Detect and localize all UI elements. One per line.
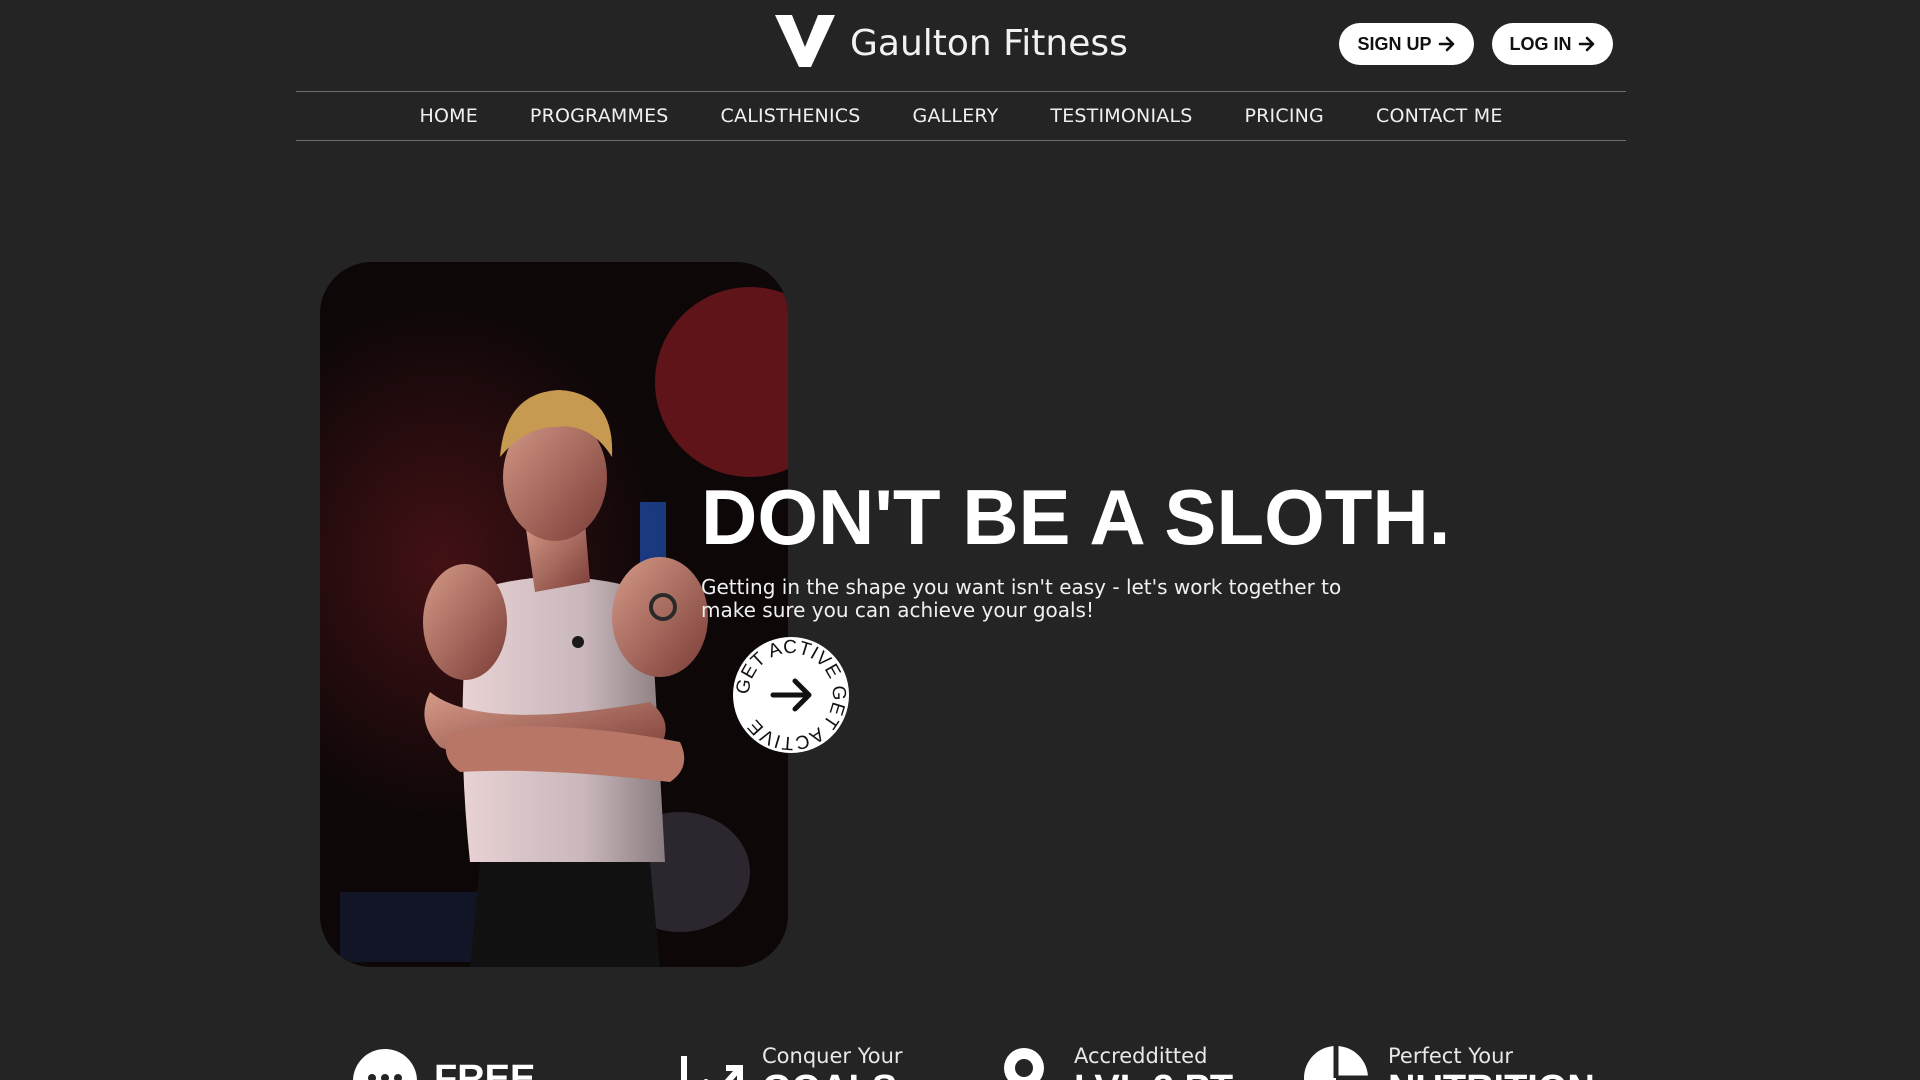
log-in-label: LOG IN	[1509, 33, 1572, 54]
arrow-right-icon	[1438, 36, 1454, 52]
get-active-ring: GET ACTIVE GET ACTIVE	[733, 637, 849, 753]
hero-headline: DON'T BE A SLOTH.	[701, 473, 1451, 561]
feature-free: FREE	[352, 1040, 592, 1080]
trend-up-icon	[681, 1056, 743, 1080]
feature-nutrition-caption: Perfect Your	[1388, 1044, 1514, 1068]
feature-accredited-caption: Accredditted	[1074, 1044, 1208, 1068]
sign-up-button[interactable]: SIGN UP	[1339, 23, 1474, 65]
feature-goals: Conquer Your GOALS	[680, 1040, 940, 1080]
feature-nutrition-title: NUTRITION	[1388, 1068, 1595, 1080]
nav-gallery[interactable]: GALLERY	[913, 105, 999, 127]
v-logo-icon[interactable]	[775, 15, 835, 67]
get-active-button[interactable]: GET ACTIVE GET ACTIVE	[733, 637, 849, 753]
log-in-button[interactable]: LOG IN	[1492, 23, 1613, 65]
page: Gaulton Fitness SIGN UP LOG IN HOME PROG…	[0, 0, 1920, 1080]
brand-name[interactable]: Gaulton Fitness	[850, 20, 1128, 68]
pie-chart-icon	[1304, 1044, 1368, 1080]
feature-goals-title: GOALS	[762, 1068, 897, 1080]
main-nav: HOME PROGRAMMES CALISTHENICS GALLERY TES…	[296, 91, 1626, 141]
feature-goals-caption: Conquer Your	[762, 1044, 903, 1068]
nav-home[interactable]: HOME	[419, 105, 477, 127]
nav-pricing[interactable]: PRICING	[1245, 105, 1324, 127]
arrow-right-icon	[1578, 36, 1594, 52]
arrow-right-icon	[770, 678, 812, 712]
award-badge-icon	[1004, 1048, 1044, 1080]
feature-accredited: Accredditted LVL 3 PT	[998, 1040, 1278, 1080]
hero-subtext: Getting in the shape you want isn't easy…	[701, 575, 1342, 622]
feature-accredited-title: LVL 3 PT	[1074, 1068, 1233, 1080]
chat-bubble-icon	[353, 1049, 417, 1080]
sign-up-label: SIGN UP	[1357, 33, 1432, 54]
nav-calisthenics[interactable]: CALISTHENICS	[721, 105, 861, 127]
nav-testimonials[interactable]: TESTIMONIALS	[1050, 105, 1192, 127]
feature-free-title: FREE	[434, 1058, 536, 1080]
nav-contact-me[interactable]: CONTACT ME	[1376, 105, 1503, 127]
nav-programmes[interactable]: PROGRAMMES	[530, 105, 669, 127]
feature-nutrition: Perfect Your NUTRITION	[1304, 1040, 1624, 1080]
